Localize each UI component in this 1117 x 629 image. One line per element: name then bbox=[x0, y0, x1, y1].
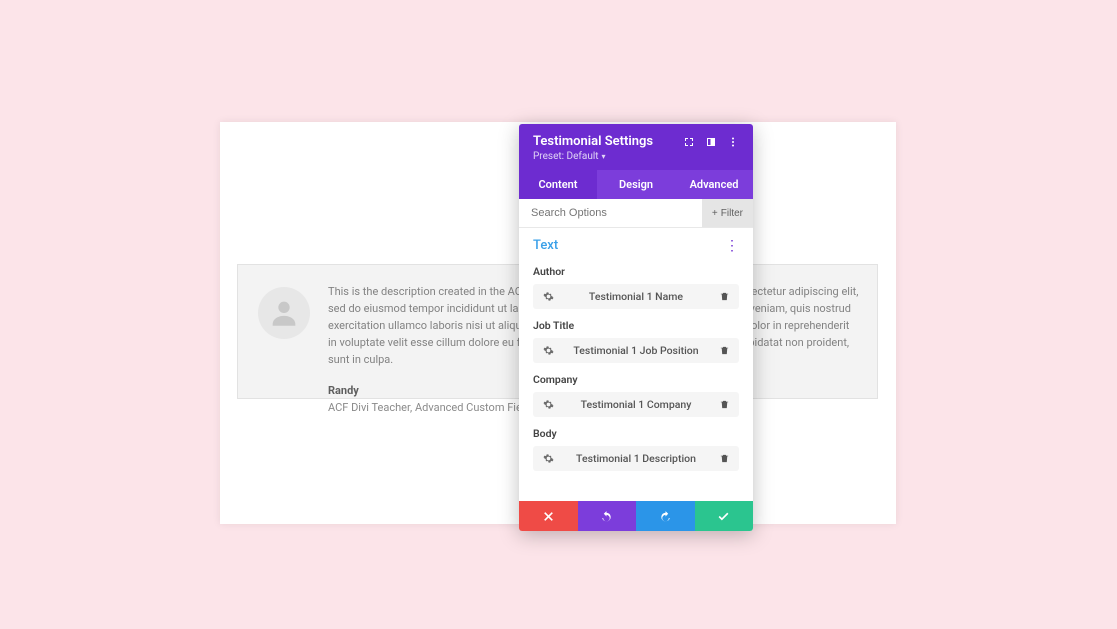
modal-tabs: Content Design Advanced bbox=[519, 170, 753, 199]
avatar bbox=[258, 287, 310, 339]
field-body-input[interactable]: Testimonial 1 Description bbox=[533, 446, 739, 471]
field-body: Body Testimonial 1 Description bbox=[519, 427, 753, 481]
field-job-title-input[interactable]: Testimonial 1 Job Position bbox=[533, 338, 739, 363]
modal-title: Testimonial Settings bbox=[533, 134, 653, 149]
search-row: + Filter bbox=[519, 199, 753, 228]
plus-icon: + bbox=[712, 208, 718, 219]
field-author-value: Testimonial 1 Name bbox=[555, 290, 717, 303]
modal-header[interactable]: Testimonial Settings Preset: Default ▾ bbox=[519, 124, 753, 170]
filter-label: Filter bbox=[721, 208, 743, 219]
person-icon bbox=[267, 296, 301, 330]
undo-icon bbox=[600, 510, 613, 523]
settings-modal[interactable]: Testimonial Settings Preset: Default ▾ C… bbox=[519, 124, 753, 531]
search-input[interactable] bbox=[519, 199, 702, 227]
tab-content[interactable]: Content bbox=[519, 170, 597, 199]
field-job-title-label: Job Title bbox=[533, 319, 739, 332]
check-icon bbox=[717, 510, 730, 523]
trash-icon[interactable] bbox=[717, 291, 731, 302]
gear-icon[interactable] bbox=[541, 291, 555, 302]
section-menu-icon[interactable]: ⋮ bbox=[725, 239, 739, 253]
tab-design[interactable]: Design bbox=[597, 170, 675, 199]
more-icon[interactable] bbox=[727, 136, 739, 148]
field-job-title: Job Title Testimonial 1 Job Position bbox=[519, 319, 753, 373]
field-company: Company Testimonial 1 Company bbox=[519, 373, 753, 427]
field-company-input[interactable]: Testimonial 1 Company bbox=[533, 392, 739, 417]
trash-icon[interactable] bbox=[717, 453, 731, 464]
field-job-title-value: Testimonial 1 Job Position bbox=[555, 344, 717, 357]
field-body-label: Body bbox=[533, 427, 739, 440]
close-icon bbox=[542, 510, 555, 523]
tab-advanced[interactable]: Advanced bbox=[675, 170, 753, 199]
gear-icon[interactable] bbox=[541, 453, 555, 464]
redo-button[interactable] bbox=[636, 501, 695, 531]
field-author-input[interactable]: Testimonial 1 Name bbox=[533, 284, 739, 309]
field-company-label: Company bbox=[533, 373, 739, 386]
preset-selector[interactable]: Preset: Default ▾ bbox=[533, 151, 653, 162]
expand-icon[interactable] bbox=[683, 136, 695, 148]
gear-icon[interactable] bbox=[541, 399, 555, 410]
section-title[interactable]: Text bbox=[533, 238, 558, 253]
section-text: Text ⋮ bbox=[519, 228, 753, 265]
trash-icon[interactable] bbox=[717, 345, 731, 356]
modal-footer bbox=[519, 501, 753, 531]
trash-icon[interactable] bbox=[717, 399, 731, 410]
field-company-value: Testimonial 1 Company bbox=[555, 398, 717, 411]
field-author-label: Author bbox=[533, 265, 739, 278]
field-body-value: Testimonial 1 Description bbox=[555, 452, 717, 465]
field-author: Author Testimonial 1 Name bbox=[519, 265, 753, 319]
snap-icon[interactable] bbox=[705, 136, 717, 148]
cancel-button[interactable] bbox=[519, 501, 578, 531]
chevron-down-icon: ▾ bbox=[602, 152, 606, 161]
gear-icon[interactable] bbox=[541, 345, 555, 356]
undo-button[interactable] bbox=[578, 501, 637, 531]
save-button[interactable] bbox=[695, 501, 754, 531]
preset-label: Preset: Default bbox=[533, 151, 599, 162]
filter-button[interactable]: + Filter bbox=[702, 199, 753, 227]
redo-icon bbox=[659, 510, 672, 523]
